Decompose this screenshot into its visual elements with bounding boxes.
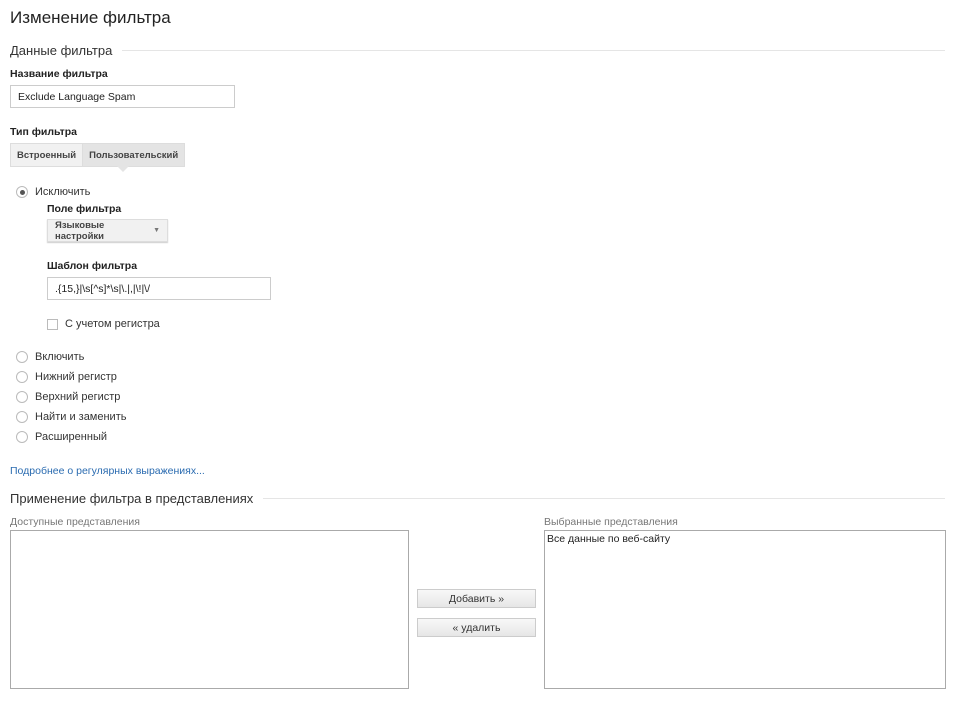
radio-label: Найти и заменить xyxy=(35,411,127,423)
tab-predefined[interactable]: Встроенный xyxy=(11,144,82,166)
section-title: Данные фильтра xyxy=(10,43,113,58)
filter-type-label: Тип фильтра xyxy=(10,126,77,138)
section-apply-views: Применение фильтра в представлениях xyxy=(10,491,945,506)
radio-label: Расширенный xyxy=(35,431,107,443)
filter-pattern-label: Шаблон фильтра xyxy=(47,260,138,272)
radio-icon xyxy=(16,371,28,383)
tab-pointer xyxy=(117,166,129,172)
radio-label: Исключить xyxy=(35,186,91,198)
filter-pattern-input[interactable]: .{15,}|\s[^s]*\s|\.|,|\!|\/ xyxy=(47,277,271,300)
page-title: Изменение фильтра xyxy=(10,8,171,27)
radio-icon xyxy=(16,411,28,423)
radio-search-replace[interactable]: Найти и заменить xyxy=(16,411,126,423)
radio-exclude[interactable]: Исключить xyxy=(16,186,90,198)
radio-label: Включить xyxy=(35,351,85,363)
section-filter-data: Данные фильтра xyxy=(10,43,945,58)
radio-lowercase[interactable]: Нижний регистр xyxy=(16,371,117,383)
radio-include[interactable]: Включить xyxy=(16,351,84,363)
radio-label: Нижний регистр xyxy=(35,371,117,383)
case-sensitive-checkbox[interactable]: С учетом регистра xyxy=(47,318,160,330)
available-views-list[interactable] xyxy=(10,530,409,689)
available-views-label: Доступные представления xyxy=(10,516,140,528)
checkbox-label: С учетом регистра xyxy=(65,318,160,330)
filter-name-label: Название фильтра xyxy=(10,68,108,80)
radio-icon xyxy=(16,391,28,403)
remove-button[interactable]: « удалить xyxy=(417,618,536,637)
radio-label: Верхний регистр xyxy=(35,391,121,403)
tab-custom[interactable]: Пользовательский xyxy=(82,144,185,166)
radio-selected-icon xyxy=(16,186,28,198)
filter-type-tabs: Встроенный Пользовательский xyxy=(10,143,186,167)
radio-uppercase[interactable]: Верхний регистр xyxy=(16,391,120,403)
radio-advanced[interactable]: Расширенный xyxy=(16,431,107,443)
filter-field-label: Поле фильтра xyxy=(47,203,122,215)
checkbox-icon xyxy=(47,318,58,330)
add-button[interactable]: Добавить » xyxy=(417,589,536,608)
chevron-down-icon: ▼ xyxy=(153,227,160,234)
radio-icon xyxy=(16,351,28,363)
radio-icon xyxy=(16,431,28,443)
select-value: Языковые настройки xyxy=(55,219,105,242)
section-title: Применение фильтра в представлениях xyxy=(10,491,254,506)
list-item[interactable]: Все данные по веб-сайту xyxy=(547,533,943,545)
regex-help-link[interactable]: Подробнее о регулярных выражениях... xyxy=(10,465,205,477)
selected-views-label: Выбранные представления xyxy=(544,516,678,528)
filter-field-select[interactable]: Языковые настройки ▼ xyxy=(47,219,168,242)
filter-name-input[interactable]: Exclude Language Spam xyxy=(10,85,235,108)
selected-views-list[interactable]: Все данные по веб-сайту xyxy=(544,530,946,689)
